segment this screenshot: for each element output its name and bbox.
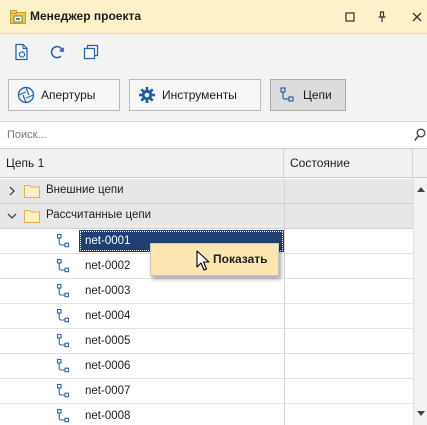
search-input[interactable] [0,122,408,148]
state-cell [284,204,413,228]
group-label-computed: Рассчитанные цепи [46,209,152,221]
state-cell [284,179,413,203]
state-cell [284,304,413,328]
net-label[interactable]: net-0003 [79,280,284,302]
net-icon [280,87,294,102]
net-row[interactable]: net-0005 [0,329,413,354]
search-bar [0,122,427,149]
vertical-scrollbar[interactable] [413,178,427,425]
gear-icon [139,87,155,103]
net-label[interactable]: net-0004 [79,305,284,327]
project-manager-icon [10,10,26,24]
pin-button[interactable] [371,6,393,28]
close-icon [412,12,422,22]
aperture-icon [17,86,35,104]
net-icon [56,333,70,348]
tab-bar: Апертуры Инструменты Цепи [0,68,427,122]
state-cell [284,379,413,403]
net-icon [56,408,70,423]
state-cell [284,279,413,303]
net-icon [56,358,70,373]
group-row-computed[interactable]: Рассчитанные цепи [0,204,413,229]
context-menu: Показать [150,243,279,276]
pin-icon [378,11,386,22]
net-icon [56,383,70,398]
tab-nets-label: Цепи [303,88,332,102]
net-row[interactable]: net-0003 [0,279,413,304]
folder-icon [24,210,40,223]
tab-tools[interactable]: Инструменты [129,79,261,111]
toolbar [0,34,427,68]
chevron-down-icon[interactable] [6,210,18,222]
copy-icon[interactable] [82,43,100,61]
group-label-external: Внешние цепи [46,184,124,196]
net-icon [56,258,70,273]
net-row[interactable]: net-0004 [0,304,413,329]
panel-title: Менеджер проекта [30,9,142,23]
group-row-external[interactable]: Внешние цепи [0,179,413,204]
tab-apertures-label: Апертуры [41,88,96,102]
mouse-pointer-icon [196,250,210,271]
folder-icon [24,185,40,198]
net-icon [56,283,70,298]
refresh-icon[interactable] [48,43,66,61]
net-label[interactable]: net-0006 [79,355,284,377]
close-button[interactable] [406,6,427,28]
column-header-net[interactable]: Цепь 1 [0,149,284,177]
restore-icon [345,12,355,22]
context-menu-show-item[interactable]: Показать [213,252,268,266]
net-row[interactable]: net-0006 [0,354,413,379]
tab-apertures[interactable]: Апертуры [8,79,120,111]
net-row[interactable]: net-0007 [0,379,413,404]
net-label[interactable]: net-0007 [79,380,284,402]
tab-nets[interactable]: Цепи [270,79,346,111]
restore-button[interactable] [339,6,361,28]
state-cell [284,404,413,425]
grid-header: Цепь 1 Состояние [0,149,427,178]
column-header-state[interactable]: Состояние [284,149,413,177]
document-gear-icon[interactable] [13,43,31,61]
state-cell [284,329,413,353]
net-icon [56,308,70,323]
scroll-up-arrow-icon[interactable] [417,186,425,192]
nets-tree-grid[interactable]: Внешние цепи Рассчитанные цепи net-0001 … [0,178,413,425]
net-icon [56,233,70,248]
state-cell [284,354,413,378]
state-cell [284,229,413,253]
net-row[interactable]: net-0008 [0,404,413,425]
state-cell [284,254,413,278]
net-label[interactable]: net-0008 [79,405,284,425]
net-label[interactable]: net-0005 [79,330,284,352]
scroll-down-arrow-icon[interactable] [417,411,425,417]
tab-tools-label: Инструменты [162,88,237,102]
search-icon[interactable] [414,128,426,142]
panel-title-bar: Менеджер проекта [0,0,427,34]
chevron-right-icon[interactable] [6,185,18,197]
